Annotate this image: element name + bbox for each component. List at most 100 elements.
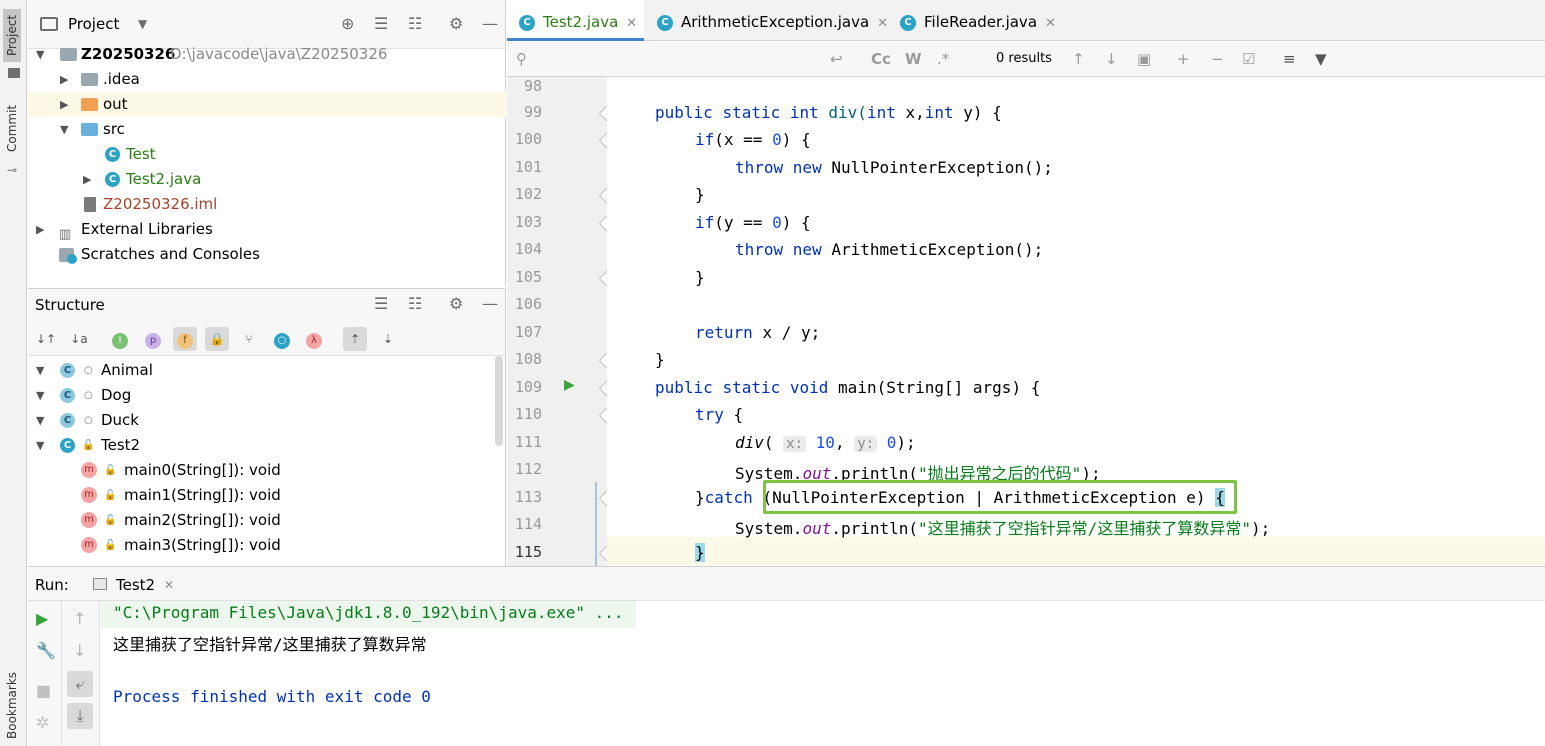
tree-row-external-libraries[interactable]: ▶ ▥ External Libraries — [28, 217, 506, 242]
arrow-up-icon[interactable]: ↑ — [1072, 50, 1085, 68]
iml-file-icon — [84, 197, 96, 212]
sort-by-visibility-icon[interactable]: ↓↑ — [34, 327, 58, 351]
tab-filereader-java[interactable]: C FileReader.java ✕ — [888, 0, 1063, 41]
filter-options-icon[interactable]: ≡ — [1283, 50, 1296, 68]
arrow-up-icon[interactable]: ↑ — [73, 609, 86, 628]
close-icon[interactable]: ✕ — [626, 16, 637, 31]
structure-item-main2[interactable]: m 🔓 main2(String[]): void — [28, 508, 506, 533]
regex-button[interactable]: .* — [937, 50, 949, 68]
tree-label-out: out — [103, 95, 128, 113]
run-tab-test2[interactable]: Test2 — [116, 576, 155, 594]
console-output[interactable]: "C:\Program Files\Java\jdk1.8.0_192\bin\… — [101, 601, 1545, 746]
code-line-103: if(y == 0) { — [695, 213, 811, 232]
scroll-to-end-icon[interactable]: ⤓ — [67, 703, 93, 729]
chevron-right-icon: ▶ — [60, 98, 69, 111]
structure-item-duck[interactable]: ▼ C ○ Duck — [28, 408, 506, 433]
tree-row-idea[interactable]: ▶ .idea — [28, 67, 506, 92]
tab-arithmeticexception-java[interactable]: C ArithmeticException.java ✕ — [645, 0, 888, 41]
tree-row-out[interactable]: ▶ out — [28, 92, 506, 117]
gear-icon[interactable]: ⚙ — [449, 294, 463, 313]
stop-icon[interactable]: ■ — [36, 681, 51, 700]
bookmarks-tool-tab[interactable]: Bookmarks — [3, 666, 21, 745]
line-number: 108 — [514, 350, 542, 368]
tree-row-scratches[interactable]: Scratches and Consoles — [28, 242, 506, 267]
tree-row-test[interactable]: C Test — [28, 142, 506, 167]
tab-test2-java[interactable]: C Test2.java ✕ — [507, 0, 644, 41]
add-occurrence-icon[interactable]: + — [1177, 50, 1190, 68]
minimize-icon[interactable]: — — [482, 14, 498, 33]
show-implemented-icon[interactable]: ⑂ — [237, 327, 261, 351]
tree-label-external-libraries: External Libraries — [81, 220, 213, 238]
structure-label-main3: main3(String[]): void — [124, 536, 281, 554]
whole-words-button[interactable]: W — [905, 50, 922, 68]
chevron-down-icon: ▼ — [36, 414, 45, 427]
select-all-icon[interactable]: ▣ — [1137, 50, 1151, 68]
locate-icon[interactable]: ⊕ — [341, 14, 354, 33]
line-number: 112 — [514, 460, 542, 478]
line-number: 110 — [514, 405, 542, 423]
run-gutter-icon[interactable]: ▶ — [564, 377, 575, 393]
structure-item-animal[interactable]: ▼ C ○ Animal — [28, 358, 506, 383]
line-number: 100 — [514, 130, 542, 148]
close-icon[interactable]: ✕ — [877, 16, 888, 31]
project-view-icon — [40, 17, 58, 31]
project-tool-tab[interactable]: Project — [3, 8, 21, 62]
search-icon[interactable]: ⚲ — [516, 50, 527, 68]
search-input[interactable] — [543, 48, 823, 70]
show-lambdas-icon[interactable]: λ — [302, 327, 326, 351]
search-results-count: 0 results — [996, 51, 1052, 66]
gear-icon[interactable]: ⚙ — [449, 14, 463, 33]
commit-tool-tab[interactable]: Commit — [3, 99, 21, 158]
code-line-110: try { — [695, 405, 744, 424]
tree-row-src[interactable]: ▼ src — [28, 117, 506, 142]
show-fields-icon[interactable]: f — [173, 327, 197, 351]
structure-item-main3[interactable]: m 🔓 main3(String[]): void — [28, 533, 506, 558]
autoscroll-to-source-icon[interactable]: ⇡ — [343, 327, 367, 351]
structure-scrollbar[interactable] — [495, 356, 503, 446]
show-inherited-icon[interactable]: I — [108, 327, 132, 351]
tree-row-test2[interactable]: ▶ C Test2.java — [28, 167, 506, 192]
autoscroll-from-source-icon[interactable]: ⇣ — [376, 327, 400, 351]
code-editor[interactable]: public static int div(int x,int y) { if(… — [607, 77, 1545, 566]
close-icon[interactable]: ✕ — [1045, 16, 1056, 31]
structure-label-test2: Test2 — [101, 436, 141, 454]
debug-icon[interactable]: ✲ — [36, 713, 49, 732]
project-panel-title[interactable]: Project — [68, 15, 119, 33]
source-folder-icon — [81, 123, 98, 136]
structure-item-test2[interactable]: ▼ C 🔓 Test2 — [28, 433, 506, 458]
show-non-public-icon[interactable]: 🔒 — [205, 327, 229, 351]
tree-row-iml[interactable]: Z20250326.iml — [28, 192, 506, 217]
structure-label-dog: Dog — [101, 386, 132, 404]
public-lock-icon: 🔓 — [104, 490, 117, 501]
tree-row-project-root[interactable]: ▼ Z20250326 D:\javacode\java\Z20250326 — [28, 42, 506, 67]
sort-alphabetically-icon[interactable]: ↓a — [67, 327, 91, 351]
arrow-down-icon[interactable]: ↓ — [1105, 50, 1118, 68]
structure-label-main0: main0(String[]): void — [124, 461, 281, 479]
minimize-icon[interactable]: — — [482, 294, 498, 313]
show-properties-icon[interactable]: p — [141, 327, 165, 351]
show-anonymous-icon[interactable]: ○ — [270, 327, 294, 351]
remove-occurrence-icon[interactable]: − — [1211, 50, 1224, 68]
structure-item-main0[interactable]: m 🔓 main0(String[]): void — [28, 458, 506, 483]
structure-panel-title: Structure — [35, 296, 105, 314]
code-line-111: div( x: 10, y: 0); — [735, 433, 916, 452]
close-icon[interactable]: ✕ — [164, 578, 174, 592]
filter-icon[interactable]: ▼ — [1315, 50, 1327, 68]
structure-item-main1[interactable]: m 🔓 main1(String[]): void — [28, 483, 506, 508]
match-case-button[interactable]: Cc — [871, 50, 891, 68]
newline-icon[interactable]: ↩ — [830, 50, 843, 68]
structure-item-dog[interactable]: ▼ C ○ Dog — [28, 383, 506, 408]
expand-all-icon[interactable]: ☰ — [374, 294, 388, 313]
chevron-down-icon[interactable]: ▼ — [138, 17, 147, 31]
wrench-icon[interactable]: 🔧 — [36, 641, 56, 660]
run-config-icon — [93, 578, 107, 590]
collapse-all-icon[interactable]: ☷ — [408, 294, 422, 313]
rerun-icon[interactable]: ▶ — [36, 609, 48, 628]
public-lock-icon: 🔓 — [104, 465, 117, 476]
collapse-all-icon[interactable]: ☷ — [408, 14, 422, 33]
arrow-down-icon[interactable]: ↓ — [73, 641, 86, 660]
expand-all-icon[interactable]: ☰ — [374, 14, 388, 33]
code-line-105: } — [695, 268, 705, 287]
select-occurrences-icon[interactable]: ☑ — [1242, 50, 1255, 68]
soft-wrap-icon[interactable]: ⤶ — [67, 671, 93, 697]
